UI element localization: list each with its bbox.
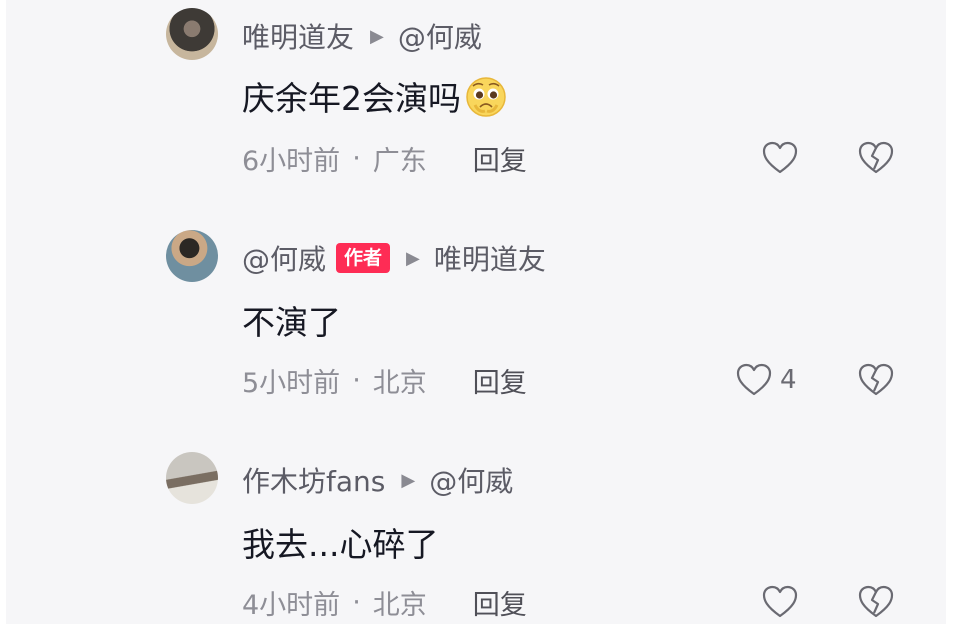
comment-text: 庆余年2会演吗	[242, 72, 509, 120]
location: 广东	[372, 145, 427, 177]
meta-separator: ·	[352, 586, 361, 618]
broken-heart-icon[interactable]	[858, 363, 894, 397]
comment-text-content: 庆余年2会演吗	[242, 79, 461, 118]
comment-text: 不演了	[242, 296, 341, 344]
author-name[interactable]: @何威	[242, 238, 326, 278]
broken-heart-icon[interactable]	[858, 141, 894, 175]
comment-meta: 4小时前 · 北京 回复	[242, 582, 527, 622]
reply-button[interactable]: 回复	[473, 583, 527, 622]
like-button[interactable]	[762, 582, 806, 622]
author-badge: 作者	[336, 243, 391, 273]
reply-arrow-icon: ▶	[406, 247, 420, 269]
comment-text-content: 不演了	[242, 303, 341, 342]
timestamp: 5小时前	[242, 367, 341, 399]
heart-icon	[762, 585, 798, 618]
meta-separator: ·	[352, 142, 361, 174]
comment-header: 作木坊fans ▶ @何威	[242, 460, 513, 500]
broken-heart-icon[interactable]	[858, 585, 894, 619]
timestamp: 6小时前	[242, 145, 341, 177]
reply-arrow-icon: ▶	[401, 469, 416, 491]
avatar[interactable]	[166, 230, 218, 282]
heart-icon	[736, 363, 772, 396]
like-button[interactable]: 4	[736, 360, 797, 400]
location: 北京	[372, 367, 427, 399]
comment-header: 唯明道友 ▶ @何威	[242, 16, 482, 56]
reply-button[interactable]: 回复	[473, 139, 527, 178]
comment-text: 我去...心碎了	[242, 518, 438, 566]
comment-header: @何威 作者 ▶ 唯明道友	[242, 238, 546, 278]
comment-meta: 5小时前 · 北京 回复	[242, 360, 527, 400]
avatar[interactable]	[166, 8, 218, 60]
heart-icon	[762, 141, 798, 174]
reply-arrow-icon: ▶	[370, 25, 384, 47]
comment-text-content: 我去...心碎了	[242, 525, 439, 564]
pleading-emoji-icon	[466, 77, 506, 117]
author-name[interactable]: 唯明道友	[242, 16, 354, 56]
reply-to-name[interactable]: 唯明道友	[434, 238, 546, 278]
like-button[interactable]	[762, 138, 806, 178]
location: 北京	[372, 589, 427, 621]
timestamp: 4小时前	[242, 589, 341, 621]
reply-to-name[interactable]: @何威	[429, 460, 513, 500]
like-count: 4	[780, 365, 797, 395]
comment-list: 唯明道友 ▶ @何威 庆余年2会演吗 6小时前 · 广东 回复 @何威 作者 ▶…	[6, 0, 946, 624]
reply-to-name[interactable]: @何威	[398, 16, 482, 56]
author-name[interactable]: 作木坊fans	[242, 460, 385, 500]
meta-separator: ·	[352, 364, 361, 396]
avatar[interactable]	[166, 452, 218, 504]
comment-meta: 6小时前 · 广东 回复	[242, 138, 527, 178]
reply-button[interactable]: 回复	[473, 361, 527, 400]
